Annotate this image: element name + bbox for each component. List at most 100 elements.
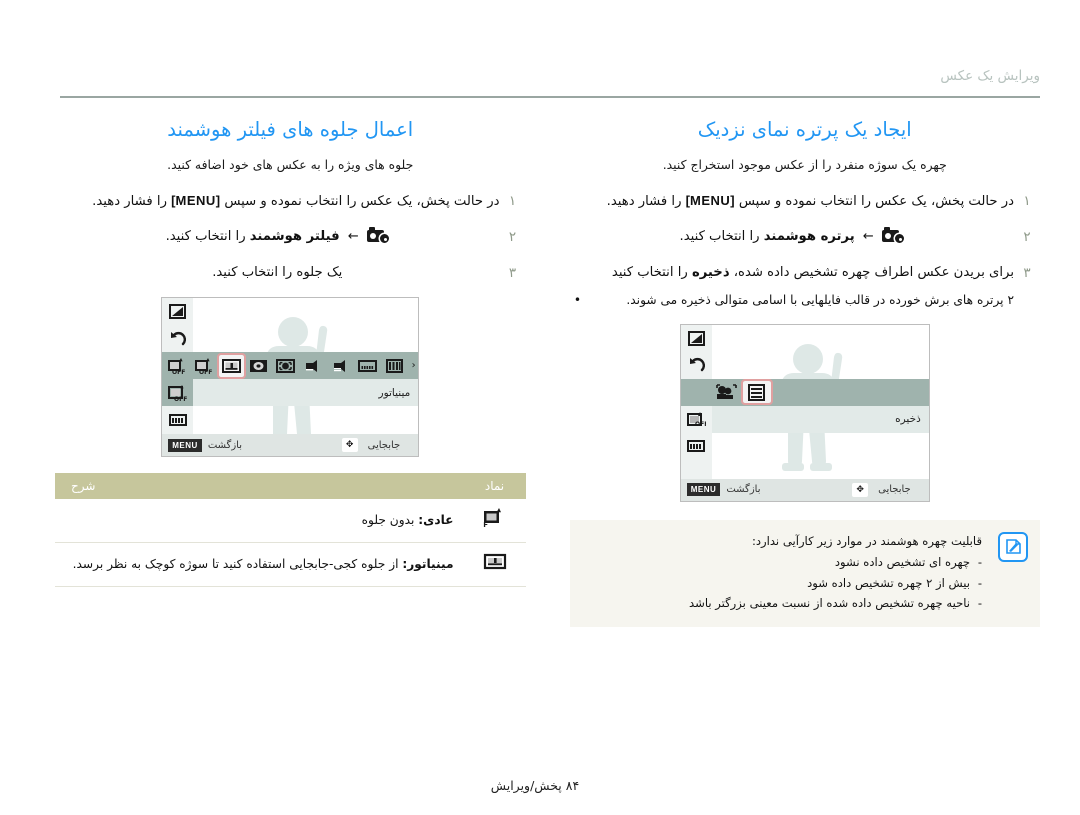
lcd-preview-right: OFF <box>679 323 930 502</box>
dpad-icon: ✥ <box>341 438 358 453</box>
save-icon[interactable] <box>740 379 773 406</box>
table-cell-description: مینیاتور: از جلوه کجی-جابجایی استفاده کن… <box>55 542 464 587</box>
step-text: ← پرتره هوشمند را انتخاب کنید. <box>570 226 1015 248</box>
rotate-icon[interactable] <box>681 352 712 379</box>
step-text-before: برای بریدن عکس اطراف چهره تشخیص داده شده… <box>733 264 1014 280</box>
section-title-left: اعمال جلوه های فیلتر هوشمند <box>167 118 414 141</box>
note-dash-icon: - <box>977 575 982 590</box>
lcd-menu-row-left: OFF OFF › <box>162 352 419 380</box>
dpad-icon: ✥ <box>852 482 869 497</box>
table-header-symbol: نماد <box>463 473 526 500</box>
menu-key-label: [MENU] <box>685 193 735 209</box>
svg-text:OFF: OFF <box>199 369 212 374</box>
sketch-icon[interactable] <box>383 355 408 377</box>
note-lead-text: قابلیت چهره هوشمند در موارد زیر کارآیی ن… <box>751 533 982 548</box>
step-item: ۲ ← فیلتر هوشمند را انتخاب کنید. <box>55 226 526 249</box>
camera-gear-icon <box>366 227 389 243</box>
menu-option-label: ذخیره <box>691 264 730 280</box>
lcd-option-label: ذخیره <box>895 413 921 426</box>
svg-text:OFF: OFF <box>172 369 185 374</box>
svg-text:OFF: OFF <box>174 396 187 401</box>
rotate-icon[interactable] <box>162 325 193 352</box>
table-term: عادی: <box>418 513 454 528</box>
note-dash-icon: - <box>977 596 982 610</box>
step-number: ۳ <box>1023 264 1031 281</box>
step-text-before: در حالت پخش، یک عکس را انتخاب نموده و سپ… <box>738 194 1014 210</box>
menu-path-label: پرتره هوشمند <box>763 229 855 244</box>
footer-page-number: ۸۴ <box>565 778 580 793</box>
note-dash-icon: - <box>977 555 982 570</box>
smart-portrait-off-icon[interactable] <box>713 381 741 403</box>
step-number: ۲ <box>1023 229 1031 245</box>
table-cell-symbol: OFF <box>463 499 526 544</box>
lcd-preview-left-wrap: OFF OFF OFF OFF <box>55 297 526 458</box>
steps-list-left: ۱ در حالت پخش، یک عکس را انتخاب نموده و … <box>55 190 526 284</box>
step-sub-bullet: ۲ پرتره های برش خورده در قالب فایلهایی ب… <box>570 291 1014 311</box>
lcd-back-label: بازگشت <box>726 484 761 496</box>
step-number: ۳ <box>508 264 517 281</box>
lcd-bottom-bar-left: MENU بازگشت ✥ جابجایی <box>162 434 419 457</box>
crop-icon[interactable] <box>162 298 193 325</box>
smart-filter-icon[interactable]: OFF <box>162 379 194 407</box>
lcd-back-label: بازگشت <box>207 439 242 451</box>
old-film-1-icon[interactable] <box>301 355 326 377</box>
svg-text:OFF: OFF <box>695 421 706 427</box>
smart-filter-icon[interactable]: OFF <box>681 406 712 433</box>
lcd-preview-right-wrap: OFF <box>570 323 1041 502</box>
symbol-table-head: نماد شرح <box>55 473 526 500</box>
vignetting-icon[interactable] <box>246 355 271 377</box>
lcd-preview-left: OFF OFF OFF OFF <box>161 297 420 458</box>
steps-list-right: ۱ در حالت پخش، یک عکس را انتخاب نموده و … <box>570 190 1041 311</box>
step-item: ۱ در حالت پخش، یک عکس را انتخاب نموده و … <box>570 190 1041 213</box>
filter-off-icon[interactable]: OFF <box>192 355 217 377</box>
footer-section-label: پخش/ویرایش <box>490 778 562 793</box>
table-definition: از جلوه کجی-جابجایی استفاده کنید تا سوژه… <box>72 557 403 572</box>
more-arrow-icon[interactable]: › <box>410 355 417 377</box>
step-text-after: را فشار دهید. <box>606 194 682 210</box>
half-tone-icon[interactable] <box>355 355 380 377</box>
step-text-after: را انتخاب کنید. <box>679 229 760 244</box>
column-right: ایجاد یک پرتره نمای نزدیک چهره یک سوژه م… <box>569 108 1041 755</box>
section-title-right: ایجاد یک پرتره نمای نزدیک <box>697 118 912 141</box>
svg-text:OFF: OFF <box>483 521 488 527</box>
table-row: OFF عادی: بدون جلوه <box>55 499 526 544</box>
table-cell-description: عادی: بدون جلوه <box>55 499 464 544</box>
lcd-option-label: مینیاتور <box>378 386 411 399</box>
page-footer: ۸۴ پخش/ویرایش <box>0 778 1080 793</box>
note-pencil-icon <box>998 531 1028 562</box>
symbol-table: نماد شرح OFF عادی: بدون جلوه <box>55 473 526 587</box>
table-header-row: نماد شرح <box>55 473 526 500</box>
note-list-item: - چهره ای تشخیص داده نشود <box>584 552 982 572</box>
table-definition: بدون جلوه <box>361 513 419 528</box>
miniature-icon <box>483 552 507 571</box>
crop-icon[interactable] <box>681 325 712 352</box>
column-left: اعمال جلوه های فیلتر هوشمند جلوه های ویژ… <box>55 108 526 755</box>
step-number: ۱ <box>1023 193 1031 210</box>
lcd-left-rail: OFF <box>680 324 712 501</box>
note-list-item: - ناحیه چهره تشخیص داده شده از نسبت معین… <box>584 593 982 613</box>
miniature-icon[interactable] <box>216 352 247 379</box>
resize-icon[interactable] <box>681 433 712 460</box>
section-intro-left: جلوه های ویژه را به عکس های خود اضافه کن… <box>167 157 414 172</box>
resize-icon[interactable] <box>162 406 193 433</box>
table-cell-symbol <box>463 542 526 587</box>
soft-focus-icon[interactable] <box>274 355 299 377</box>
step-text-after: را فشار دهید. <box>92 194 167 210</box>
table-term: مینیاتور: <box>402 557 454 572</box>
step-item: ۳ یک جلوه را انتخاب کنید. <box>55 262 526 285</box>
menu-key-label: [MENU] <box>171 193 221 209</box>
lcd-label-row-right: ذخیره <box>711 405 929 433</box>
bullet-dot-icon: • <box>573 293 582 308</box>
running-header: ویرایش یک عکس <box>940 68 1040 84</box>
filter-normal-icon[interactable]: OFF <box>164 355 189 377</box>
lcd-bottom-bar-right: MENU بازگشت ✥ جابجایی <box>680 478 929 501</box>
menu-path-label: فیلتر هوشمند <box>249 229 340 244</box>
step-number: ۱ <box>508 193 517 210</box>
header-divider <box>60 96 1040 98</box>
table-row: مینیاتور: از جلوه کجی-جابجایی استفاده کن… <box>55 542 526 587</box>
step-text-after: را انتخاب کنید <box>611 264 688 280</box>
step-item: ۳ برای بریدن عکس اطراف چهره تشخیص داده ش… <box>570 262 1041 311</box>
old-film-2-icon[interactable] <box>328 355 353 377</box>
step-number: ۲ <box>508 229 517 245</box>
step-text: یک جلوه را انتخاب کنید. <box>212 264 343 280</box>
